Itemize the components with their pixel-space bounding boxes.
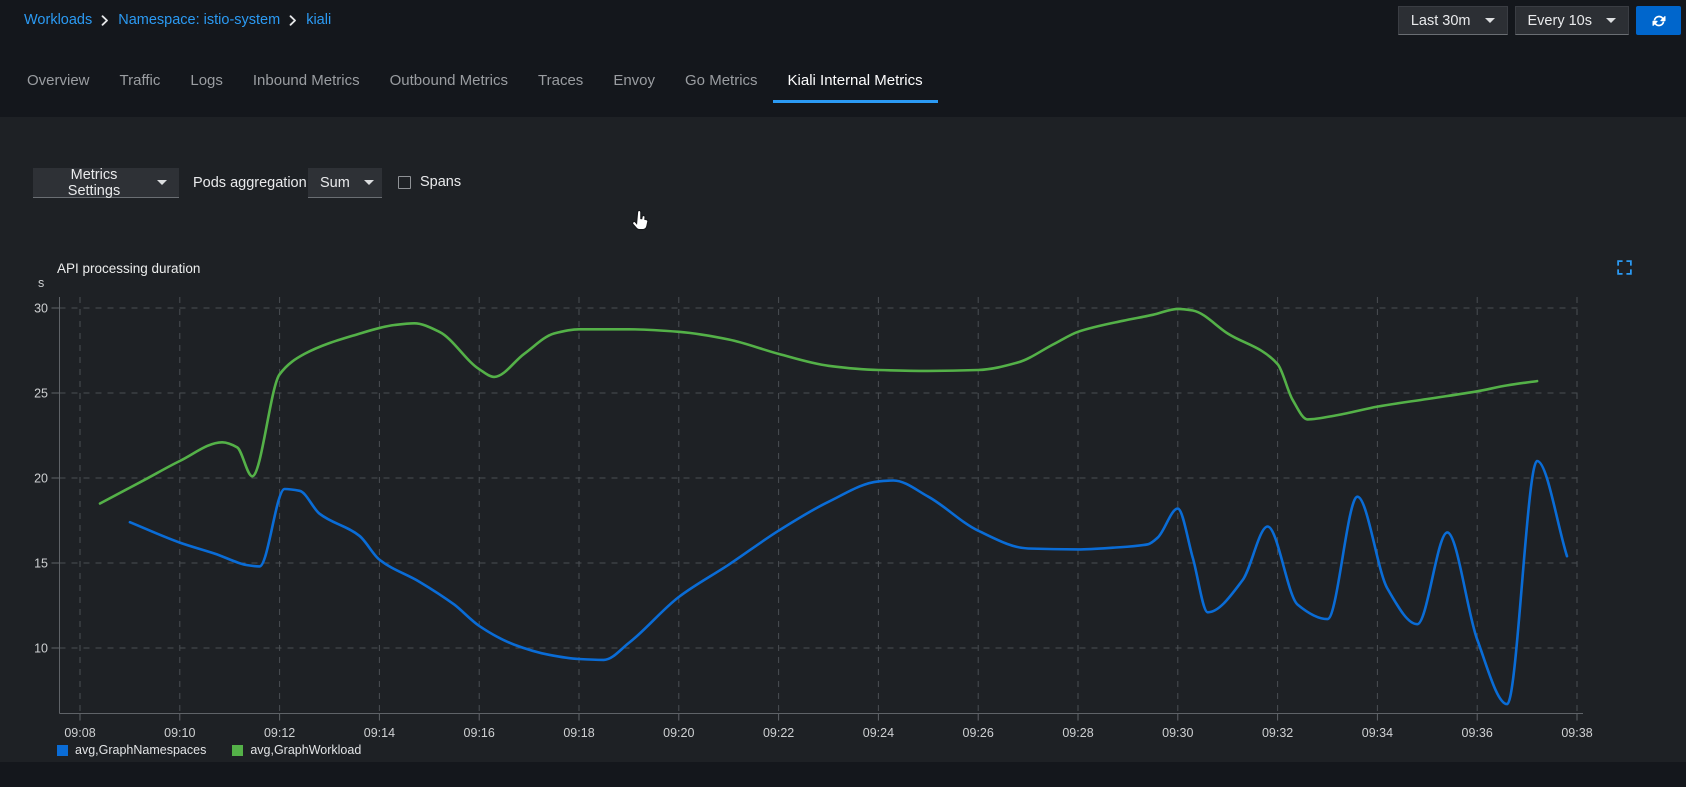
y-tick-label: 15 xyxy=(34,557,48,571)
legend-label: avg,GraphNamespaces xyxy=(75,743,206,757)
tab-inbound-metrics[interactable]: Inbound Metrics xyxy=(238,60,375,103)
sync-icon xyxy=(1651,13,1667,29)
breadcrumb-divider-icon xyxy=(101,15,109,26)
tab-logs[interactable]: Logs xyxy=(175,60,238,103)
legend-item[interactable]: avg,GraphNamespaces xyxy=(57,743,206,757)
x-tick-label: 09:38 xyxy=(1561,726,1592,740)
header-actions: Last 30m Every 10s xyxy=(1398,6,1681,35)
x-tick-label: 09:12 xyxy=(264,726,295,740)
x-tick-label: 09:28 xyxy=(1062,726,1093,740)
x-tick-label: 09:26 xyxy=(963,726,994,740)
tab-kiali-internal-metrics[interactable]: Kiali Internal Metrics xyxy=(773,60,938,103)
y-tick-label: 30 xyxy=(34,302,48,316)
y-tick-label: 10 xyxy=(34,642,48,656)
tab-traces[interactable]: Traces xyxy=(523,60,598,103)
caret-down-icon xyxy=(1606,18,1616,23)
breadcrumb: Workloads Namespace: istio-system kiali xyxy=(24,12,331,28)
x-tick-label: 09:14 xyxy=(364,726,395,740)
legend-label: avg,GraphWorkload xyxy=(250,743,361,757)
tab-go-metrics[interactable]: Go Metrics xyxy=(670,60,773,103)
metrics-panel: Metrics Settings Pods aggregation Sum Sp… xyxy=(0,117,1686,762)
breadcrumb-divider-icon xyxy=(289,15,297,26)
x-tick-label: 09:20 xyxy=(663,726,694,740)
x-tick-label: 09:10 xyxy=(164,726,195,740)
tab-envoy[interactable]: Envoy xyxy=(598,60,670,103)
x-tick-label: 09:18 xyxy=(563,726,594,740)
duration-dropdown[interactable]: Last 30m xyxy=(1398,6,1508,35)
y-tick-label: 20 xyxy=(34,472,48,486)
breadcrumb-link[interactable]: Namespace: istio-system xyxy=(118,12,280,28)
series-line-avg-graphnamespaces xyxy=(130,461,1567,704)
breadcrumb-link[interactable]: kiali xyxy=(306,12,331,28)
series-line-avg-graphworkload xyxy=(100,309,1537,504)
legend-swatch xyxy=(57,745,68,756)
x-tick-label: 09:34 xyxy=(1362,726,1393,740)
y-tick-label: 25 xyxy=(34,387,48,401)
x-tick-label: 09:32 xyxy=(1262,726,1293,740)
legend-item[interactable]: avg,GraphWorkload xyxy=(232,743,361,757)
tab-traffic[interactable]: Traffic xyxy=(105,60,176,103)
refresh-button[interactable] xyxy=(1636,6,1681,35)
x-tick-label: 09:22 xyxy=(763,726,794,740)
kiali-workload-detail-screen: Workloads Namespace: istio-system kiali La… xyxy=(0,0,1686,787)
metrics-chart[interactable]: 10 15 20 25 30 09:08 09:10 09:12 09:14 09:16 09:18… xyxy=(0,117,1686,762)
chart-legend: avg,GraphNamespaces avg,GraphWorkload xyxy=(57,743,361,757)
x-tick-label: 09:24 xyxy=(863,726,894,740)
refresh-interval-dropdown[interactable]: Every 10s xyxy=(1515,6,1629,35)
breadcrumb-link[interactable]: Workloads xyxy=(24,12,92,28)
legend-swatch xyxy=(232,745,243,756)
x-tick-label: 09:36 xyxy=(1462,726,1493,740)
tab-bar: OverviewTrafficLogsInbound MetricsOutbou… xyxy=(12,60,938,103)
x-tick-label: 09:30 xyxy=(1162,726,1193,740)
refresh-interval-value: Every 10s xyxy=(1528,13,1592,29)
tab-overview[interactable]: Overview xyxy=(12,60,105,103)
x-tick-label: 09:16 xyxy=(464,726,495,740)
tab-outbound-metrics[interactable]: Outbound Metrics xyxy=(375,60,523,103)
duration-value: Last 30m xyxy=(1411,13,1471,29)
caret-down-icon xyxy=(1485,18,1495,23)
x-tick-label: 09:08 xyxy=(64,726,95,740)
